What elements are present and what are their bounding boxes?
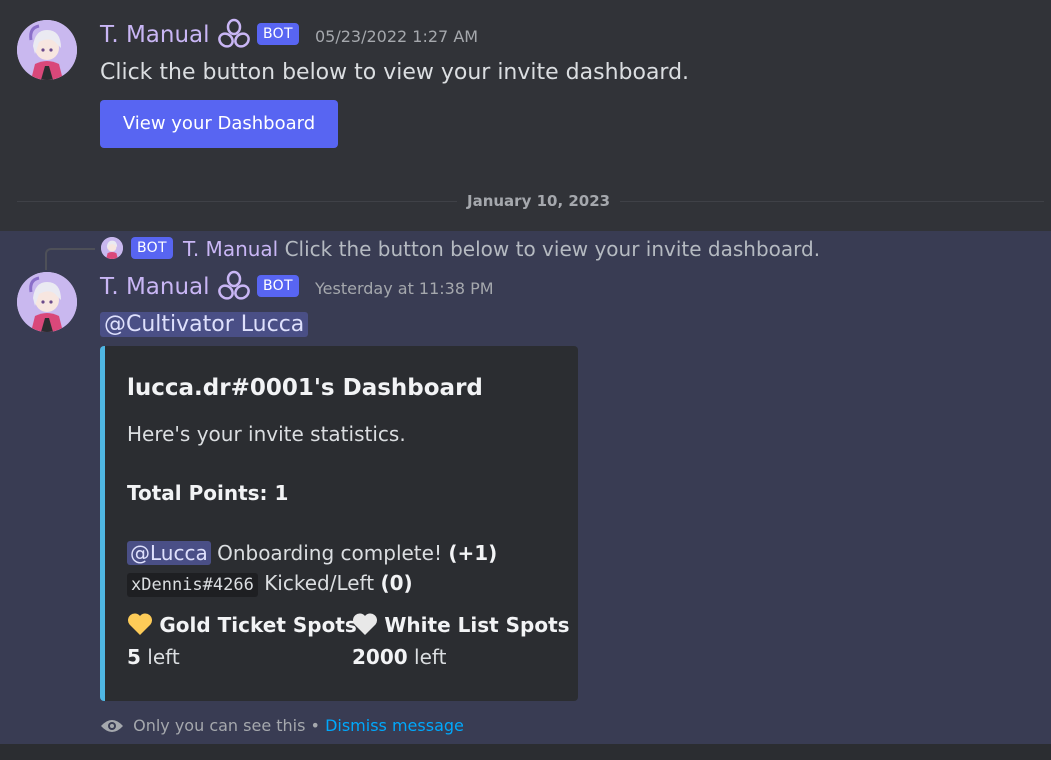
row-user-mention[interactable]: @Lucca (127, 541, 211, 565)
embed-field-gold: Gold Ticket Spots (127, 611, 357, 643)
field-suffix: left (147, 645, 180, 669)
author-name[interactable]: T. Manual (100, 272, 210, 302)
row-delta: (0) (380, 571, 413, 595)
mention-text[interactable]: @Cultivator Lucca (100, 312, 309, 337)
embed-field-whitelist-value: 2000 left (352, 643, 446, 671)
author-name[interactable]: T. Manual (100, 20, 210, 50)
total-points: Total Points: 1 (127, 481, 289, 505)
field-value: 5 (127, 645, 141, 669)
yellow-heart-icon (127, 612, 153, 643)
field-name: Gold Ticket Spots (159, 613, 357, 637)
white-heart-icon (352, 612, 378, 643)
bot-tag: BOT (257, 275, 299, 297)
date-divider-label: January 10, 2023 (457, 191, 621, 211)
message-timestamp[interactable]: 05/23/2022 1:27 AM (315, 27, 478, 46)
dashboard-embed: lucca.dr#0001's Dashboard Here's your in… (100, 346, 578, 701)
footer-separator: • (310, 716, 320, 735)
field-value: 2000 (352, 645, 408, 669)
ephemeral-footer: Only you can see this • Dismiss message (100, 715, 464, 741)
view-dashboard-button[interactable]: View your Dashboard (100, 100, 338, 148)
reply-bot-tag: BOT (131, 237, 173, 259)
message-text: Click the button below to view your invi… (100, 60, 690, 85)
message-timestamp[interactable]: Yesterday at 11:38 PM (315, 279, 494, 298)
field-name: White List Spots (384, 613, 570, 637)
embed-title: lucca.dr#0001's Dashboard (127, 375, 483, 401)
reply-preview[interactable]: T. Manual Click the button below to view… (183, 235, 820, 263)
row-delta: (+1) (448, 541, 498, 565)
row-user-code: xDennis#4266 (127, 573, 258, 597)
bottom-strip (0, 744, 1051, 760)
invite-row: @Lucca Onboarding complete! (+1) (127, 539, 497, 567)
clover-badge-icon (217, 18, 251, 52)
eye-icon (100, 717, 124, 741)
dismiss-message-link[interactable]: Dismiss message (325, 716, 464, 735)
row-action: Kicked/Left (264, 571, 375, 595)
embed-description: Here's your invite statistics. (127, 422, 406, 446)
field-suffix: left (414, 645, 447, 669)
invite-row: xDennis#4266 Kicked/Left (0) (127, 569, 413, 599)
reply-author[interactable]: T. Manual (183, 237, 278, 261)
embed-field-gold-value: 5 left (127, 643, 180, 671)
bot-tag: BOT (257, 23, 299, 45)
user-mention[interactable]: @Cultivator Lucca (100, 309, 309, 340)
bot-avatar[interactable] (17, 272, 77, 332)
reply-spine (45, 248, 95, 270)
clover-badge-icon (217, 270, 251, 304)
embed-field-whitelist: White List Spots (352, 611, 570, 643)
reply-avatar[interactable] (101, 237, 123, 259)
visibility-note: Only you can see this (133, 716, 306, 735)
reply-text: Click the button below to view your invi… (284, 237, 821, 261)
bot-avatar[interactable] (17, 20, 77, 80)
row-action: Onboarding complete! (217, 541, 442, 565)
